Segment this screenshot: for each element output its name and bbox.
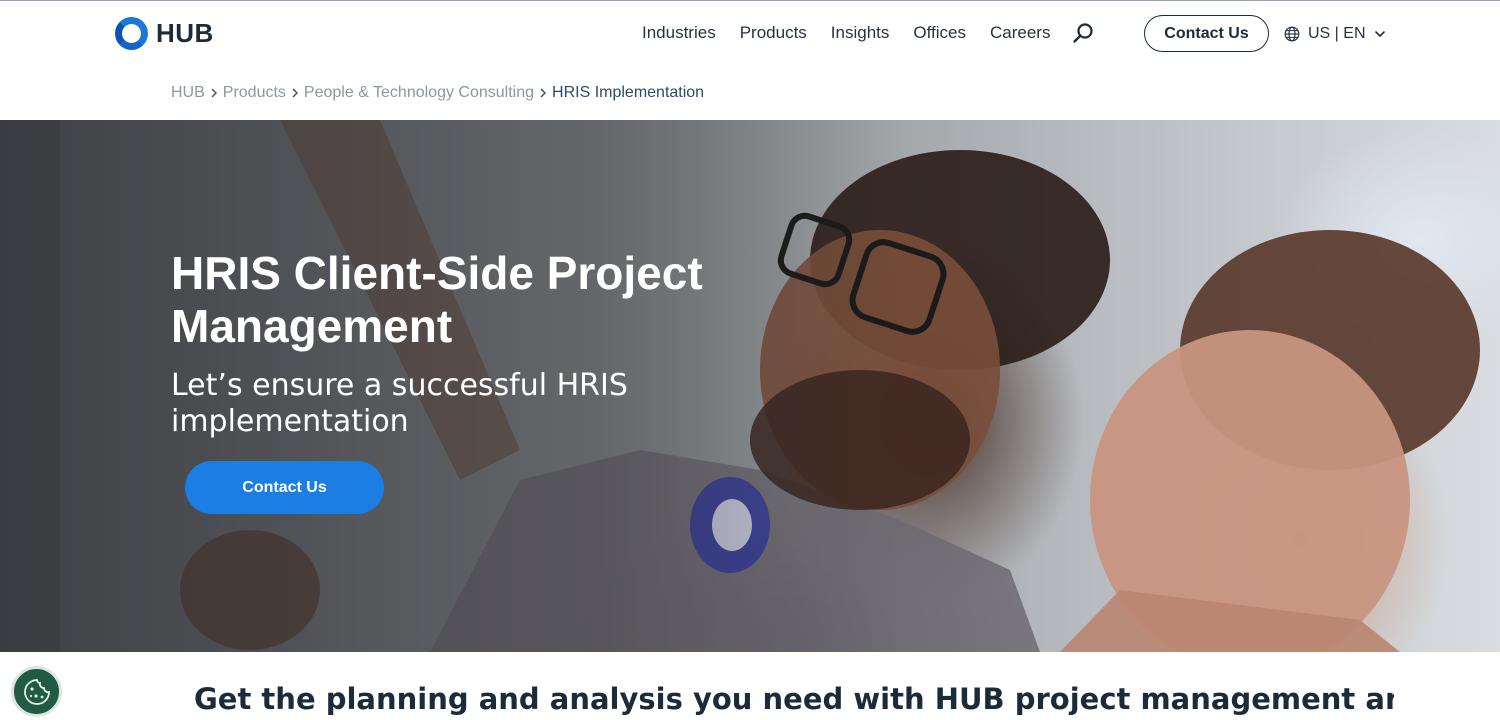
breadcrumb-item-products[interactable]: Products [223,84,286,102]
breadcrumb: HUB Products People & Technology Consult… [171,82,704,104]
header-contact-button[interactable]: Contact Us [1144,15,1269,52]
locale-label: US | EN [1308,25,1366,42]
nav-item-careers[interactable]: Careers [990,18,1050,48]
main-nav: Industries Products Insights Offices Car… [630,18,1096,48]
breadcrumb-item-hub[interactable]: HUB [171,84,205,102]
section-heading: Get the planning and analysis you need w… [194,682,1394,716]
breadcrumb-item-hris-implementation: HRIS Implementation [552,84,705,101]
hero-contact-button[interactable]: Contact Us [185,461,384,514]
nav-item-products[interactable]: Products [740,18,807,48]
globe-icon [1284,26,1300,42]
hero-subtitle: Let’s ensure a successful HRIS implement… [171,368,628,439]
chevron-right-icon [205,82,223,104]
chevron-down-icon [1374,31,1385,37]
breadcrumb-item-people-technology-consulting[interactable]: People & Technology Consulting [304,84,534,102]
hub-logo[interactable]: HUB [115,16,214,50]
locale-selector[interactable]: US | EN [1284,21,1386,47]
search-button[interactable] [1070,18,1096,48]
site-header: HUB Industries Products Insights Offices… [0,1,1500,65]
hub-logo-text: HUB [156,17,214,48]
nav-item-offices[interactable]: Offices [913,18,966,48]
chevron-right-icon [286,82,304,104]
hero-banner: HRIS Client-Side Project Management Let’… [0,120,1500,652]
cookie-settings-button[interactable] [11,666,62,717]
chevron-right-icon [534,82,552,104]
hub-logo-mark-icon [115,16,148,50]
cookie-icon [23,678,50,705]
nav-item-industries[interactable]: Industries [642,18,716,48]
search-icon [1073,23,1094,43]
nav-item-insights[interactable]: Insights [831,18,890,48]
hero-title: HRIS Client-Side Project Management [171,247,703,352]
